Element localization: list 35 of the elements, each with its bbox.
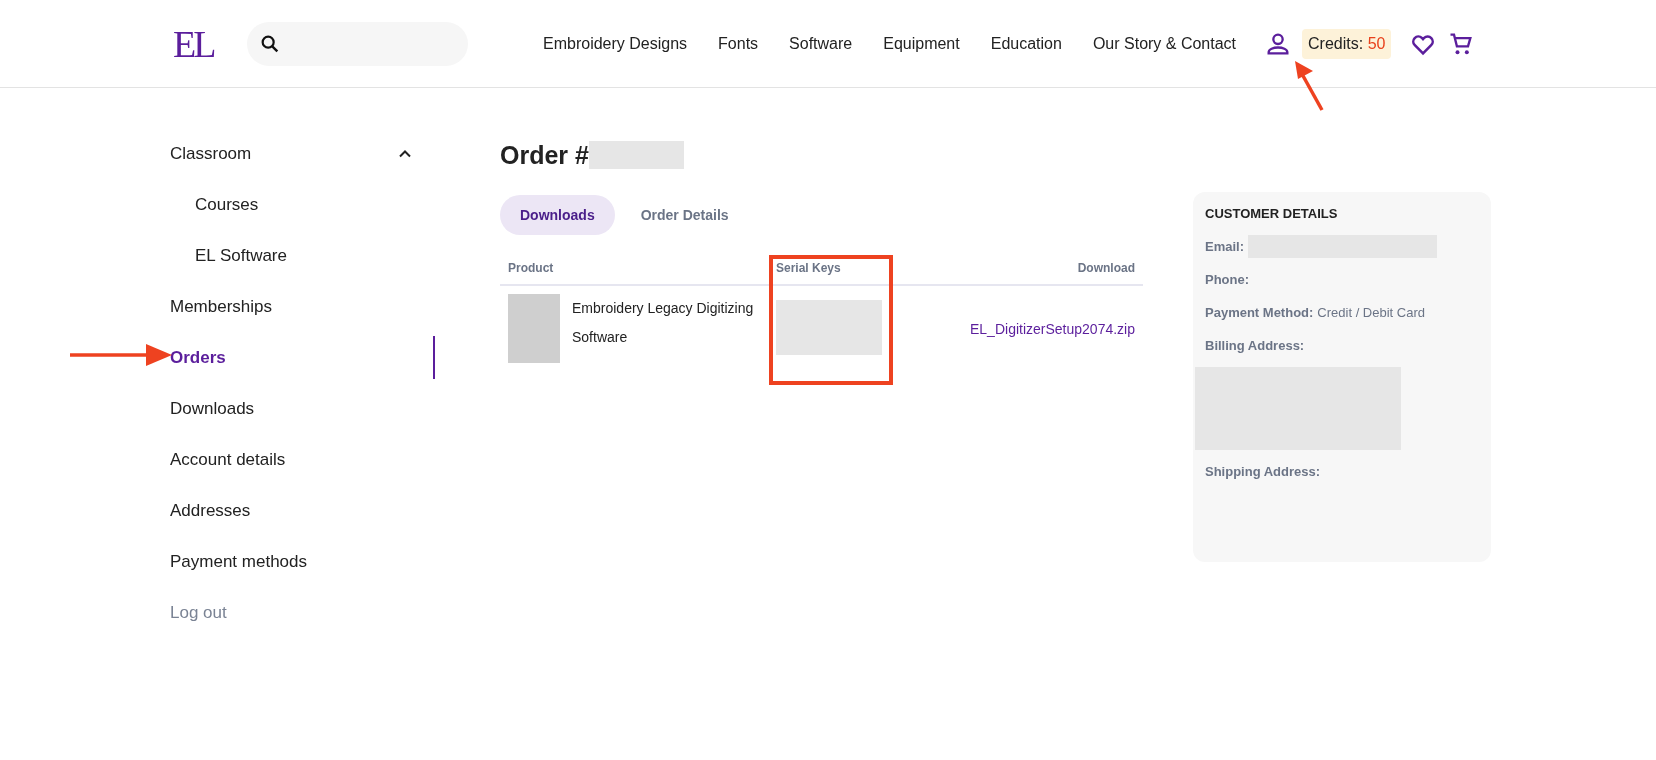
- column-header: Download: [894, 253, 1143, 285]
- tab[interactable]: Downloads: [500, 195, 615, 235]
- sidebar-item[interactable]: Account details: [170, 434, 435, 485]
- field-value: Credit / Debit Card: [1317, 305, 1425, 320]
- download-link[interactable]: EL_DigitizerSetup2074.zip: [970, 320, 1135, 337]
- photo-placeholder: [508, 294, 560, 363]
- card-title: CUSTOMER DETAILS: [1205, 206, 1339, 221]
- nav-link[interactable]: Equipment: [883, 34, 960, 53]
- sidebar-item[interactable]: Classroom: [170, 128, 435, 179]
- sidebar-item[interactable]: Addresses: [170, 485, 435, 536]
- field-label: Billing Address:: [1205, 338, 1305, 353]
- nav-link[interactable]: Fonts: [718, 34, 759, 53]
- sidebar-item[interactable]: Downloads: [170, 383, 435, 434]
- nav-link[interactable]: Education: [990, 34, 1062, 53]
- sidebar-item[interactable]: Memberships: [170, 281, 435, 332]
- sidebar-item[interactable]: Payment methods: [170, 536, 435, 587]
- nav-link[interactable]: Software: [789, 34, 853, 53]
- sidebar-item[interactable]: EL Software: [170, 230, 435, 281]
- field-label: Phone:: [1205, 272, 1250, 287]
- field-label: Payment Method:: [1205, 305, 1314, 320]
- column-header: Serial Keys: [768, 253, 894, 285]
- sidebar-item[interactable]: Courses: [170, 179, 435, 230]
- product-name: Embroidery Legacy Digitizing Software: [572, 299, 755, 347]
- logo[interactable]: EL: [173, 24, 227, 63]
- logout-link[interactable]: Log out: [170, 603, 435, 623]
- field-label: Shipping Address:: [1205, 464, 1321, 479]
- tab[interactable]: Order Details: [620, 195, 749, 235]
- nav-link[interactable]: Embroidery Designs: [543, 34, 688, 53]
- field-label: Email:: [1205, 239, 1244, 254]
- order-title: Order #: [500, 140, 589, 170]
- credits-badge[interactable]: Credits: 50: [1302, 28, 1392, 59]
- column-header: Product: [500, 253, 768, 285]
- nav-link[interactable]: Our Story & Contact: [1092, 34, 1237, 53]
- sidebar-item[interactable]: Orders: [170, 332, 435, 383]
- search-field[interactable]: [247, 21, 468, 66]
